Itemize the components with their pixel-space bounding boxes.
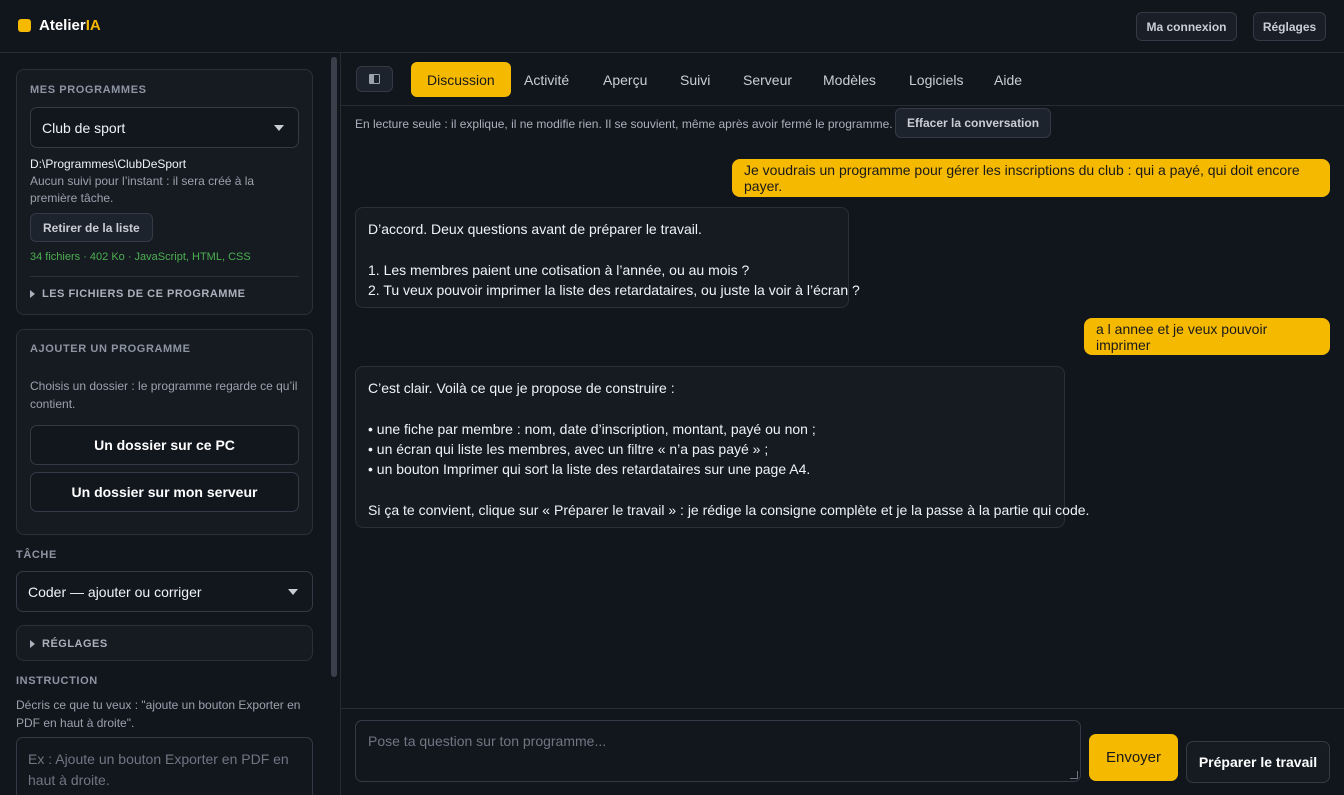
instruction-textarea[interactable]: Ex : Ajoute un bouton Exporter en PDF en… xyxy=(16,737,313,795)
settings-button[interactable]: Réglages xyxy=(1253,12,1326,41)
program-select[interactable]: Club de sport xyxy=(30,107,299,148)
chevron-down-icon xyxy=(274,124,284,131)
message-line xyxy=(368,479,1052,499)
assistant-message: C’est clair. Voilà ce que je propose de … xyxy=(355,366,1090,528)
task-select-value: Coder — ajouter ou corriger xyxy=(28,583,202,600)
assistant-message: D’accord. Deux questions avant de prépar… xyxy=(355,207,860,308)
program-select-value: Club de sport xyxy=(42,119,126,136)
settings-toggle[interactable]: Réglages xyxy=(30,638,108,650)
main-panel: Discussion Activité Aperçu Suivi Serveur… xyxy=(341,53,1344,795)
tab-logiciels[interactable]: Logiciels xyxy=(893,62,979,97)
triangle-right-icon xyxy=(30,640,35,648)
app-logo: AtelierIA xyxy=(18,17,101,34)
tab-activite[interactable]: Activité xyxy=(508,62,585,97)
message-line: • une fiche par membre : nom, date d’ins… xyxy=(368,420,816,437)
chevron-down-icon xyxy=(288,588,298,595)
instruction-help-line1: Décris ce que tu veux : "ajoute un bouto… xyxy=(16,698,301,712)
message-line: • un bouton Imprimer qui sort la liste d… xyxy=(368,461,811,478)
app-name: AtelierIA xyxy=(39,17,101,34)
sidebar-scrollbar-thumb[interactable] xyxy=(331,57,337,677)
tab-bar: Discussion Activité Aperçu Suivi Serveur… xyxy=(341,53,1344,106)
prepare-work-button[interactable]: Préparer le travail xyxy=(1186,741,1330,783)
question-input[interactable]: Pose ta question sur ton programme... xyxy=(355,720,1081,782)
user-message: Je voudrais un programme pour gérer les … xyxy=(732,159,1330,197)
tab-aide[interactable]: Aide xyxy=(978,62,1038,97)
tab-discussion[interactable]: Discussion xyxy=(411,62,511,97)
add-program-help-line2: contient. xyxy=(30,397,76,411)
read-only-notice: En lecture seule : il explique, il ne mo… xyxy=(355,117,893,131)
instruction-help-line2: PDF en haut à droite". xyxy=(16,716,135,730)
program-status-line1: Aucun suivi pour l’instant : il sera cré… xyxy=(30,174,255,188)
instruction-placeholder-line2: haut à droite. xyxy=(28,772,110,788)
sidebar: Mes programmes Club de sport D:\Programm… xyxy=(0,53,341,795)
add-program-title: Ajouter un programme xyxy=(30,343,191,355)
program-files-toggle[interactable]: Les fichiers de ce programme xyxy=(30,288,245,300)
tab-modeles[interactable]: Modèles xyxy=(807,62,892,97)
programs-card: Mes programmes Club de sport D:\Programm… xyxy=(16,69,313,315)
divider xyxy=(30,276,299,277)
message-line: 1. Les membres paient une cotisation à l… xyxy=(368,261,750,278)
tab-serveur[interactable]: Serveur xyxy=(727,62,808,97)
sidebar-toggle-button[interactable] xyxy=(356,66,393,92)
question-input-placeholder: Pose ta question sur ton programme... xyxy=(368,733,607,749)
message-line: C’est clair. Voilà ce que je propose de … xyxy=(368,380,675,396)
composer: Pose ta question sur ton programme... En… xyxy=(341,708,1344,795)
panel-icon xyxy=(369,74,380,84)
settings-card[interactable]: Réglages xyxy=(16,625,313,661)
message-line: Si ça te convient, clique sur « Préparer… xyxy=(368,501,1090,518)
instruction-label: Instruction xyxy=(16,675,98,687)
program-status-line2: première tâche. xyxy=(30,191,114,205)
top-bar: AtelierIA Ma connexion Réglages xyxy=(0,0,1344,53)
program-stats: 34 fichiers · 402 Ko · JavaScript, HTML,… xyxy=(30,251,251,263)
settings-toggle-label: Réglages xyxy=(42,638,108,650)
task-select[interactable]: Coder — ajouter ou corriger xyxy=(16,571,313,612)
programs-title: Mes programmes xyxy=(30,84,147,96)
add-program-help-line1: Choisis un dossier : le programme regard… xyxy=(30,379,298,393)
message-line: D’accord. Deux questions avant de prépar… xyxy=(368,221,702,237)
connection-button[interactable]: Ma connexion xyxy=(1136,12,1237,41)
message-line xyxy=(368,239,836,259)
clear-conversation-button[interactable]: Effacer la conversation xyxy=(895,108,1052,138)
local-folder-button[interactable]: Un dossier sur ce PC xyxy=(30,425,299,465)
instruction-placeholder-line1: Ex : Ajoute un bouton Exporter en PDF en xyxy=(28,751,289,767)
message-line: 2. Tu veux pouvoir imprimer la liste des… xyxy=(368,281,860,298)
user-message: a l annee et je veux pouvoir imprimer xyxy=(1084,318,1330,355)
resize-handle-icon[interactable] xyxy=(1070,771,1078,779)
task-label: Tâche xyxy=(16,549,57,561)
program-path: D:\Programmes\ClubDeSport xyxy=(30,157,187,171)
tab-suivi[interactable]: Suivi xyxy=(664,62,726,97)
triangle-right-icon xyxy=(30,290,35,298)
message-line: • un écran qui liste les membres, avec u… xyxy=(368,440,769,457)
tab-apercu[interactable]: Aperçu xyxy=(587,62,663,97)
logo-square-icon xyxy=(18,19,31,32)
server-folder-button[interactable]: Un dossier sur mon serveur xyxy=(30,472,299,512)
add-program-card: Ajouter un programme Choisis un dossier … xyxy=(16,329,313,535)
remove-program-button[interactable]: Retirer de la liste xyxy=(30,213,153,242)
message-line xyxy=(368,398,1052,418)
send-button[interactable]: Envoyer xyxy=(1089,734,1178,781)
program-files-label: Les fichiers de ce programme xyxy=(42,288,246,300)
